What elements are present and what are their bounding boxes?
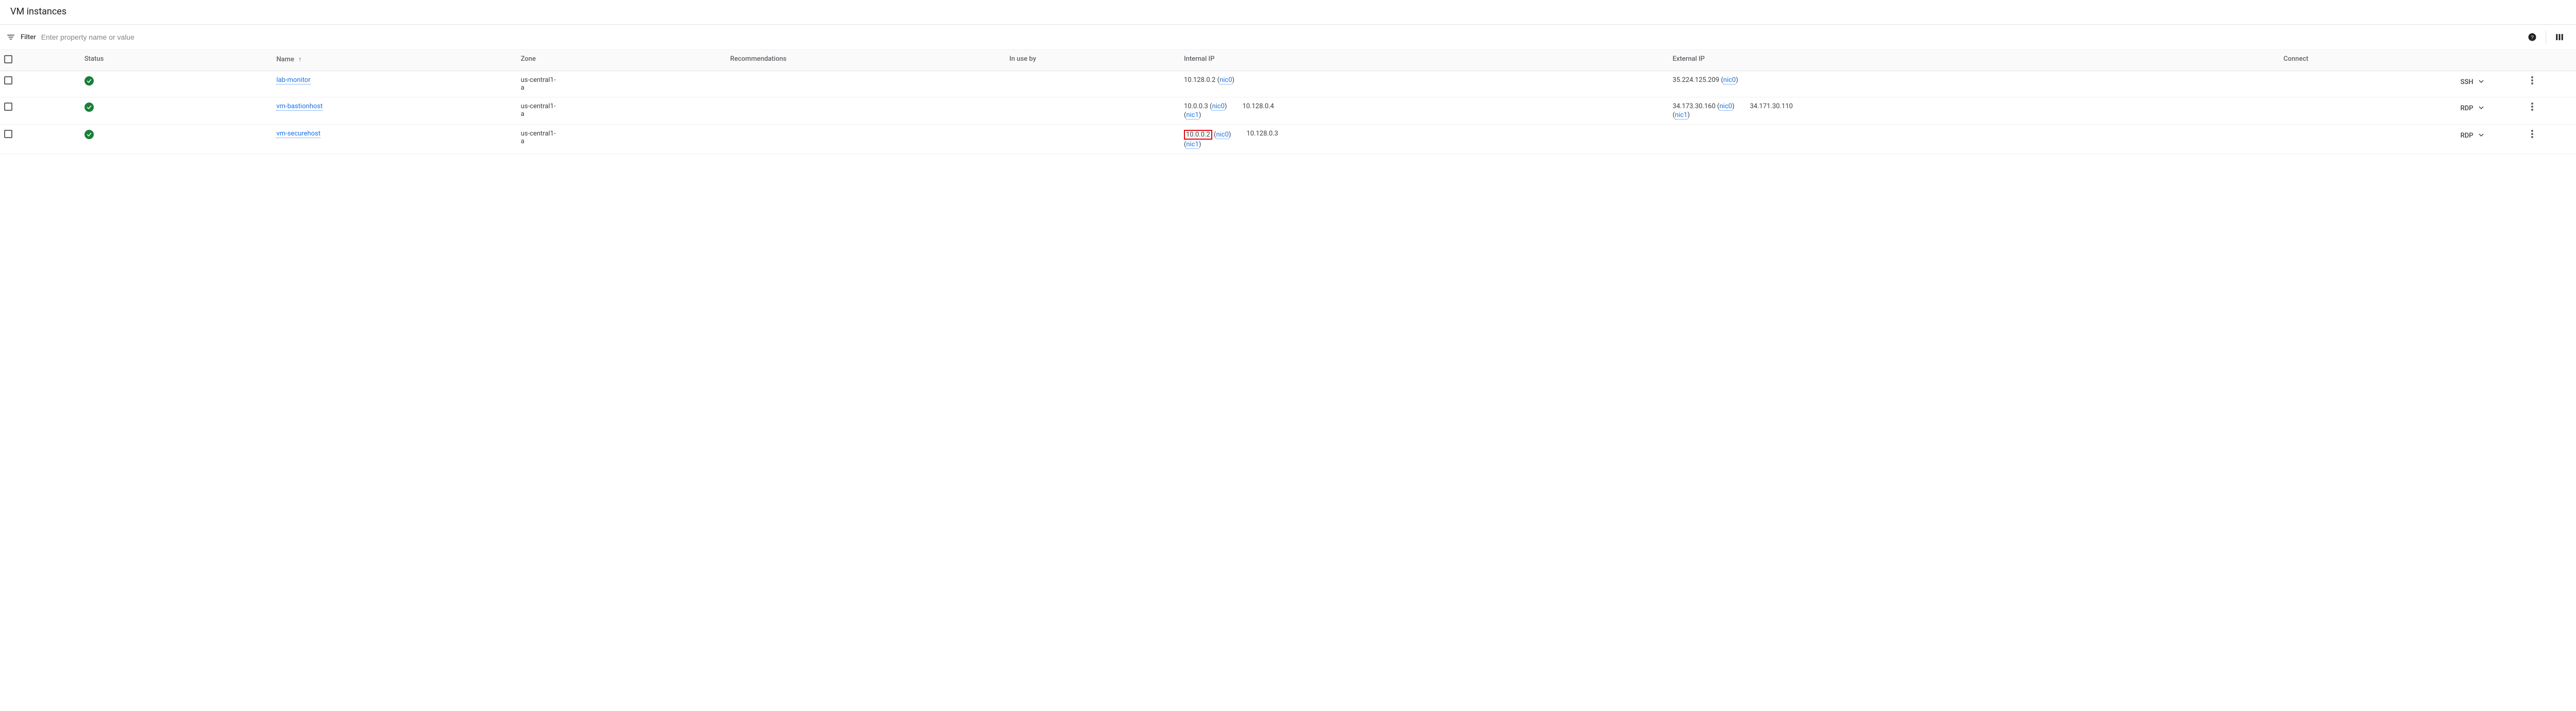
recommendations-cell	[726, 125, 1005, 154]
row-more-menu[interactable]	[2493, 76, 2572, 84]
row-checkbox[interactable]	[4, 130, 12, 138]
filter-icon	[6, 32, 15, 42]
status-running-icon	[84, 103, 94, 112]
row-more-menu[interactable]	[2493, 130, 2572, 138]
sort-asc-icon: ↑	[298, 55, 302, 63]
in-use-by-cell	[1005, 125, 1180, 154]
status-running-icon	[84, 76, 94, 86]
zone-cell: us-central1-a	[517, 71, 726, 97]
select-all-checkbox[interactable]	[4, 55, 12, 63]
nic-link[interactable]: nic1	[1186, 141, 1198, 149]
connect-dropdown-icon[interactable]	[2478, 76, 2485, 88]
nic-link[interactable]: nic0	[1719, 103, 1732, 111]
instance-name-link[interactable]: lab-monitor	[276, 76, 310, 84]
external-ip-cell	[1668, 125, 2279, 154]
col-name[interactable]: Name ↑	[272, 50, 516, 71]
filter-label: Filter	[21, 33, 36, 41]
ip-highlighted: 10.0.0.2	[1184, 130, 1212, 140]
col-status[interactable]: Status	[80, 50, 273, 71]
row-more-menu[interactable]	[2493, 103, 2572, 111]
table-row: lab-monitor us-central1-a 10.128.0.2 (nic0…	[0, 71, 2576, 97]
instances-table: Status Name ↑ Zone Recommendations In us…	[0, 50, 2576, 154]
nic-link[interactable]: nic1	[1675, 111, 1687, 120]
recommendations-cell	[726, 71, 1005, 97]
help-icon[interactable]: ?	[2522, 28, 2543, 46]
status-running-icon	[84, 130, 94, 139]
ip-secondary: 10.128.0.3	[1246, 130, 1278, 148]
filter-input[interactable]	[41, 30, 2517, 44]
columns-icon[interactable]	[2549, 28, 2570, 46]
connect-dropdown-icon[interactable]	[2478, 130, 2485, 142]
ip-value: 34.173.30.160	[1672, 103, 1715, 110]
table-header-row: Status Name ↑ Zone Recommendations In us…	[0, 50, 2576, 71]
row-checkbox[interactable]	[4, 76, 12, 84]
in-use-by-cell	[1005, 71, 1180, 97]
connect-dropdown-icon[interactable]	[2478, 103, 2485, 114]
nic-link[interactable]: nic1	[1186, 111, 1198, 120]
nic-link[interactable]: nic0	[1219, 76, 1232, 84]
table-row: vm-bastionhost us-central1-a 10.0.0.3 (nic…	[0, 97, 2576, 125]
col-in-use-by[interactable]: In use by	[1005, 50, 1180, 71]
ip-value: 35.224.125.209	[1672, 76, 1719, 84]
external-ip-cell: 34.173.30.160 (nic0)(nic1)34.171.30.110	[1668, 97, 2279, 125]
external-ip-cell: 35.224.125.209 (nic0)	[1668, 71, 2279, 97]
page-title: VM instances	[0, 0, 2576, 24]
connect-button[interactable]: RDP	[2459, 103, 2476, 114]
table-row: vm-securehost us-central1-a 10.0.0.2 (nic0…	[0, 125, 2576, 154]
connect-button[interactable]: RDP	[2459, 130, 2476, 142]
nic-link[interactable]: nic0	[1216, 131, 1228, 139]
col-external-ip[interactable]: External IP	[1668, 50, 2279, 71]
col-zone[interactable]: Zone	[517, 50, 726, 71]
instance-name-link[interactable]: vm-bastionhost	[276, 103, 323, 111]
connect-button[interactable]: SSH	[2459, 76, 2476, 88]
recommendations-cell	[726, 97, 1005, 125]
col-connect[interactable]: Connect	[2279, 50, 2489, 71]
zone-cell: us-central1-a	[517, 97, 726, 125]
nic-link[interactable]: nic0	[1212, 103, 1224, 111]
col-recommendations[interactable]: Recommendations	[726, 50, 1005, 71]
in-use-by-cell	[1005, 97, 1180, 125]
instance-name-link[interactable]: vm-securehost	[276, 130, 320, 138]
ip-value: 10.128.0.2	[1184, 76, 1215, 84]
internal-ip-cell: 10.128.0.2 (nic0)	[1180, 71, 1669, 97]
internal-ip-cell: 10.0.0.3 (nic0)(nic1)10.128.0.4	[1180, 97, 1669, 125]
ip-secondary: 10.128.0.4	[1242, 103, 1274, 119]
row-checkbox[interactable]	[4, 103, 12, 111]
nic-link[interactable]: nic0	[1723, 76, 1736, 84]
svg-text:?: ?	[2531, 35, 2534, 41]
internal-ip-cell: 10.0.0.2 (nic0)(nic1)10.128.0.3	[1180, 125, 1669, 154]
zone-cell: us-central1-a	[517, 125, 726, 154]
filter-bar: Filter ?	[0, 24, 2576, 50]
ip-secondary: 34.171.30.110	[1750, 103, 1792, 119]
ip-value: 10.0.0.3	[1184, 103, 1208, 110]
col-name-label: Name	[276, 56, 294, 63]
col-internal-ip[interactable]: Internal IP	[1180, 50, 1669, 71]
